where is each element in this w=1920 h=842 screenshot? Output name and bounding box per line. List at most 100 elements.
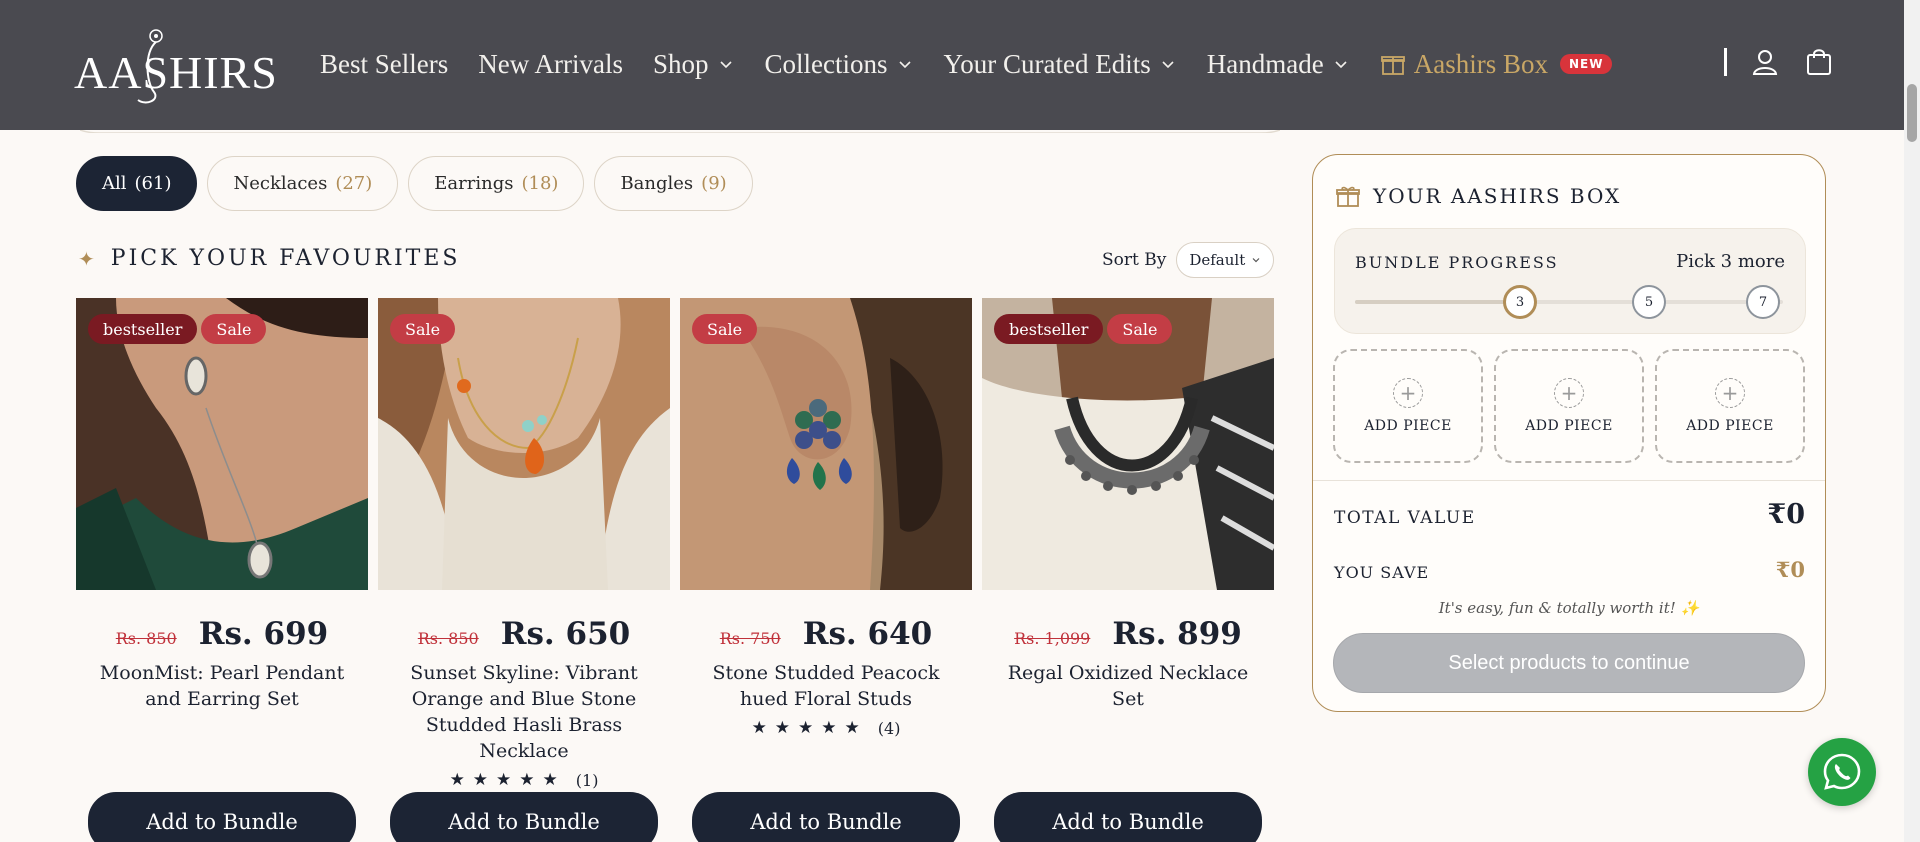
product-image[interactable]: bestseller Sale	[76, 298, 368, 590]
original-price: Rs. 1,099	[1014, 629, 1091, 648]
whatsapp-button[interactable]	[1808, 738, 1876, 806]
nav-label: Handmade	[1206, 48, 1324, 79]
original-price: Rs. 750	[719, 629, 781, 648]
add-to-bundle-button[interactable]: Add to Bundle	[692, 792, 960, 842]
nav-aashirs-box[interactable]: Aashirs Box NEW	[1380, 49, 1613, 80]
filter-necklaces[interactable]: Necklaces (27)	[207, 156, 399, 211]
product-badges: Sale	[390, 314, 456, 344]
bundle-title: YOUR AASHIRS BOX	[1373, 184, 1622, 208]
product-name[interactable]: Stone Studded Peacock hued Floral Studs	[680, 660, 972, 712]
product-prices: Rs. 850 Rs. 650	[378, 616, 670, 652]
sparkle-icon: ✦	[78, 246, 95, 271]
progress-step: 3	[1503, 285, 1537, 319]
filter-all[interactable]: All (61)	[76, 156, 198, 211]
filter-earrings[interactable]: Earrings (18)	[408, 156, 585, 211]
nav-label: Collections	[764, 48, 888, 79]
nav-shop[interactable]: Shop	[653, 49, 735, 80]
bestseller-badge: bestseller	[994, 314, 1104, 344]
total-value: ₹0	[1767, 499, 1805, 530]
add-to-bundle-button[interactable]: Add to Bundle	[88, 792, 356, 842]
gift-icon	[1336, 186, 1360, 207]
filter-count: (9)	[701, 173, 727, 194]
sale-badge: Sale	[1107, 314, 1173, 344]
progress-step: 5	[1632, 285, 1666, 319]
scrollbar-thumb[interactable]	[1907, 84, 1917, 142]
slot-label: ADD PIECE	[1364, 418, 1452, 434]
review-count: (4)	[877, 718, 901, 738]
bestseller-badge: bestseller	[88, 314, 198, 344]
product-badges: Sale	[692, 314, 758, 344]
chevron-down-icon	[1252, 258, 1260, 263]
header-actions	[1724, 46, 1835, 78]
product-image[interactable]: bestseller Sale	[982, 298, 1274, 590]
account-icon[interactable]	[1749, 46, 1781, 78]
add-piece-slot[interactable]: + ADD PIECE	[1655, 349, 1805, 463]
product-rating: ★★★★★ (1)	[378, 770, 670, 790]
product-grid: bestseller Sale Rs. 850 Rs. 699 MoonMist…	[76, 298, 1274, 842]
add-piece-slot[interactable]: + ADD PIECE	[1333, 349, 1483, 463]
whatsapp-icon	[1823, 753, 1861, 790]
add-to-bundle-button[interactable]: Add to Bundle	[390, 792, 658, 842]
nav-label: Your Curated Edits	[943, 48, 1151, 79]
filter-label: All	[102, 173, 127, 194]
filter-bangles[interactable]: Bangles (9)	[594, 156, 753, 211]
product-image[interactable]: Sale	[378, 298, 670, 590]
gift-icon	[1380, 56, 1405, 75]
total-label: TOTAL VALUE	[1334, 508, 1476, 528]
sale-price: Rs. 640	[802, 616, 933, 652]
nav-label: Best Sellers	[320, 48, 449, 79]
product-name[interactable]: MoonMist: Pearl Pendant and Earring Set	[76, 660, 368, 712]
bundle-panel: YOUR AASHIRS BOX BUNDLE PROGRESS Pick 3 …	[1312, 154, 1826, 712]
brand-logo[interactable]: AASHIRS	[74, 22, 277, 108]
product-badges: bestseller Sale	[88, 314, 267, 344]
bundle-header: YOUR AASHIRS BOX	[1335, 183, 1621, 209]
cart-icon[interactable]	[1803, 46, 1835, 78]
sale-price: Rs. 899	[1112, 616, 1242, 652]
product-name[interactable]: Sunset Skyline: Vibrant Orange and Blue …	[378, 660, 670, 764]
product-card[interactable]: Sale Rs. 750 Rs. 640 Stone Studded Peaco…	[680, 298, 972, 842]
filter-count: (18)	[521, 173, 559, 194]
sort-select[interactable]: Default	[1176, 242, 1275, 278]
nav-collections[interactable]: Collections	[765, 49, 914, 80]
chevron-down-icon	[719, 61, 732, 69]
save-value: ₹0	[1775, 557, 1805, 582]
product-name[interactable]: Regal Oxidized Necklace Set	[982, 660, 1274, 712]
continue-button[interactable]: Select products to continue	[1333, 633, 1805, 693]
site-header: AASHIRS Best Sellers New Arrivals Shop C…	[0, 0, 1904, 130]
filter-label: Bangles	[620, 173, 694, 194]
progress-hint: Pick 3 more	[1676, 251, 1785, 272]
nav-handmade[interactable]: Handmade	[1207, 49, 1350, 80]
filter-count: (27)	[335, 173, 373, 194]
save-label: YOU SAVE	[1334, 563, 1430, 582]
chevron-down-icon	[898, 61, 911, 69]
page-scrollbar[interactable]	[1904, 0, 1920, 842]
search-cursor-icon[interactable]	[1724, 48, 1727, 76]
product-card[interactable]: bestseller Sale Rs. 1,099 Rs. 899 Regal …	[982, 298, 1274, 842]
divider	[1313, 480, 1825, 481]
sort-label: Sort By	[1102, 250, 1167, 270]
progress-track	[1355, 300, 1783, 304]
product-card[interactable]: Sale Rs. 850 Rs. 650 Sunset Skyline: Vib…	[378, 298, 670, 842]
product-prices: Rs. 750 Rs. 640	[680, 616, 972, 652]
add-piece-slot[interactable]: + ADD PIECE	[1494, 349, 1644, 463]
nav-label: Aashirs Box	[1413, 48, 1548, 79]
product-badges: bestseller Sale	[994, 314, 1173, 344]
new-badge: NEW	[1559, 54, 1613, 74]
nav-label: New Arrivals	[478, 48, 623, 79]
product-card[interactable]: bestseller Sale Rs. 850 Rs. 699 MoonMist…	[76, 298, 368, 842]
nav-new-arrivals[interactable]: New Arrivals	[478, 49, 623, 80]
sale-price: Rs. 699	[198, 616, 329, 652]
sort-value: Default	[1189, 251, 1246, 269]
nav-curated-edits[interactable]: Your Curated Edits	[944, 49, 1177, 80]
original-price: Rs. 850	[417, 629, 479, 648]
main-nav: Best Sellers New Arrivals Shop Collectio…	[320, 44, 1613, 84]
plus-icon: +	[1554, 378, 1584, 408]
product-image[interactable]: Sale	[680, 298, 972, 590]
sale-price: Rs. 650	[500, 616, 631, 652]
filter-label: Necklaces	[233, 173, 328, 194]
section-heading: ✦ PICK YOUR FAVOURITES	[78, 246, 460, 271]
product-prices: Rs. 850 Rs. 699	[76, 616, 368, 652]
original-price: Rs. 850	[115, 629, 177, 648]
nav-best-sellers[interactable]: Best Sellers	[320, 49, 448, 80]
add-to-bundle-button[interactable]: Add to Bundle	[994, 792, 1262, 842]
